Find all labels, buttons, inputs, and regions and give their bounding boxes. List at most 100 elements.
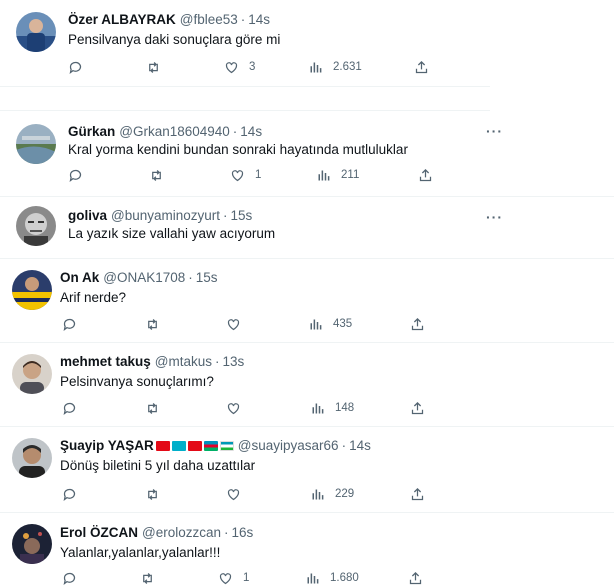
flag-emojis	[155, 441, 234, 451]
timestamp[interactable]: 14s	[248, 12, 270, 28]
divider	[0, 258, 614, 259]
author-name[interactable]: mehmet takuş	[60, 354, 151, 370]
reply-icon	[63, 572, 76, 585]
tweet-text: Arif nerde?	[60, 290, 127, 305]
timestamp[interactable]: 15s	[231, 208, 253, 224]
heart-icon	[227, 318, 240, 330]
separator-dot: ·	[215, 354, 220, 369]
divider	[0, 426, 614, 427]
like-button[interactable]	[226, 486, 241, 502]
analytics-icon	[307, 573, 319, 583]
reply-icon	[63, 318, 76, 331]
views-button[interactable]: 148	[310, 400, 354, 416]
uzbekistan-flag-icon	[219, 441, 234, 451]
avatar[interactable]	[16, 124, 56, 164]
separator-dot: ·	[341, 438, 347, 453]
reply-button[interactable]	[62, 400, 77, 416]
like-button[interactable]	[226, 316, 241, 332]
like-count: 1	[255, 169, 262, 181]
share-button[interactable]	[408, 570, 423, 585]
more-options-icon[interactable]: ···	[486, 124, 503, 138]
retweet-icon	[149, 61, 158, 73]
tweet-text: La yazık size vallahi yaw acıyorum	[68, 226, 276, 241]
reply-button[interactable]	[68, 59, 83, 75]
analytics-icon	[310, 62, 322, 72]
like-button[interactable]: 1	[218, 570, 249, 585]
timestamp[interactable]: 13s	[223, 354, 245, 370]
reply-icon	[69, 61, 82, 74]
author-name[interactable]: goliva	[68, 208, 107, 224]
heart-icon	[231, 169, 244, 181]
avatar[interactable]	[16, 206, 56, 246]
timestamp[interactable]: 15s	[196, 270, 218, 286]
tweet-text: Pensilvanya daki sonuçlara göre mi	[68, 32, 281, 47]
share-button[interactable]	[414, 59, 429, 75]
avatar[interactable]	[12, 438, 52, 478]
reply-button[interactable]	[62, 570, 77, 585]
share-button[interactable]	[418, 167, 433, 183]
analytics-icon	[318, 170, 330, 180]
turkey-flag-icon	[155, 441, 170, 451]
author-name[interactable]: Gürkan	[68, 124, 115, 140]
share-button[interactable]	[410, 486, 425, 502]
view-count: 1.680	[330, 572, 359, 584]
share-icon	[409, 571, 422, 584]
timestamp[interactable]: 16s	[232, 525, 254, 541]
view-count: 435	[333, 318, 353, 330]
timestamp[interactable]: 14s	[240, 124, 262, 140]
view-count: 148	[335, 402, 355, 414]
retweet-button[interactable]	[146, 59, 161, 75]
views-button[interactable]: 1.680	[305, 570, 359, 585]
views-button[interactable]: 435	[308, 316, 352, 332]
divider	[0, 86, 490, 87]
avatar[interactable]	[16, 12, 56, 52]
author-handle[interactable]: @Grkan18604940	[119, 124, 230, 140]
separator-dot: ·	[232, 124, 238, 139]
avatar[interactable]	[12, 354, 52, 394]
share-button[interactable]	[410, 400, 425, 416]
retweet-button[interactable]	[145, 486, 160, 502]
like-button[interactable]: 1	[230, 167, 261, 183]
author-handle[interactable]: @bunyaminozyurt	[111, 208, 220, 224]
retweet-icon	[143, 572, 152, 584]
timestamp[interactable]: 14s	[349, 438, 371, 454]
reply-icon	[63, 488, 76, 501]
retweet-button[interactable]	[145, 316, 160, 332]
retweet-icon	[148, 488, 157, 500]
divider	[0, 342, 614, 343]
author-handle[interactable]: @erolozzcan	[142, 525, 221, 541]
views-button[interactable]: 2.631	[308, 59, 362, 75]
like-button[interactable]: 3	[224, 59, 255, 75]
divider	[0, 512, 614, 513]
divider	[0, 110, 490, 111]
heart-icon	[227, 402, 240, 414]
author-handle[interactable]: @fblee53	[180, 12, 238, 28]
author-handle[interactable]: @suayipyasar66	[238, 438, 339, 454]
more-options-icon[interactable]: ···	[486, 210, 503, 224]
reply-icon	[69, 169, 82, 182]
retweet-button[interactable]	[149, 167, 164, 183]
retweet-button[interactable]	[140, 570, 155, 585]
author-handle[interactable]: @ONAK1708	[103, 270, 185, 286]
author-name[interactable]: Şuayip YAŞAR	[60, 438, 154, 454]
reply-button[interactable]	[62, 316, 77, 332]
author-name[interactable]: Özer ALBAYRAK	[68, 12, 176, 28]
reply-button[interactable]	[62, 486, 77, 502]
tweet-text: Pelsinvanya sonuçlarımı?	[60, 374, 214, 389]
like-button[interactable]	[226, 400, 241, 416]
share-button[interactable]	[410, 316, 425, 332]
views-button[interactable]: 211	[316, 167, 359, 183]
tweet-text: Yalanlar,yalanlar,yalanlar!!!	[60, 545, 221, 560]
reply-button[interactable]	[68, 167, 83, 183]
views-button[interactable]: 229	[310, 486, 354, 502]
separator-dot: ·	[224, 525, 229, 540]
author-handle[interactable]: @mtakus	[155, 354, 212, 370]
avatar[interactable]	[12, 270, 52, 310]
author-name[interactable]: Erol ÖZCAN	[60, 525, 138, 541]
author-name[interactable]: On Ak	[60, 270, 99, 286]
analytics-icon	[312, 403, 324, 413]
heart-icon	[219, 572, 232, 584]
azerbaijan-flag-icon	[203, 441, 218, 451]
avatar[interactable]	[12, 524, 52, 564]
retweet-button[interactable]	[145, 400, 160, 416]
